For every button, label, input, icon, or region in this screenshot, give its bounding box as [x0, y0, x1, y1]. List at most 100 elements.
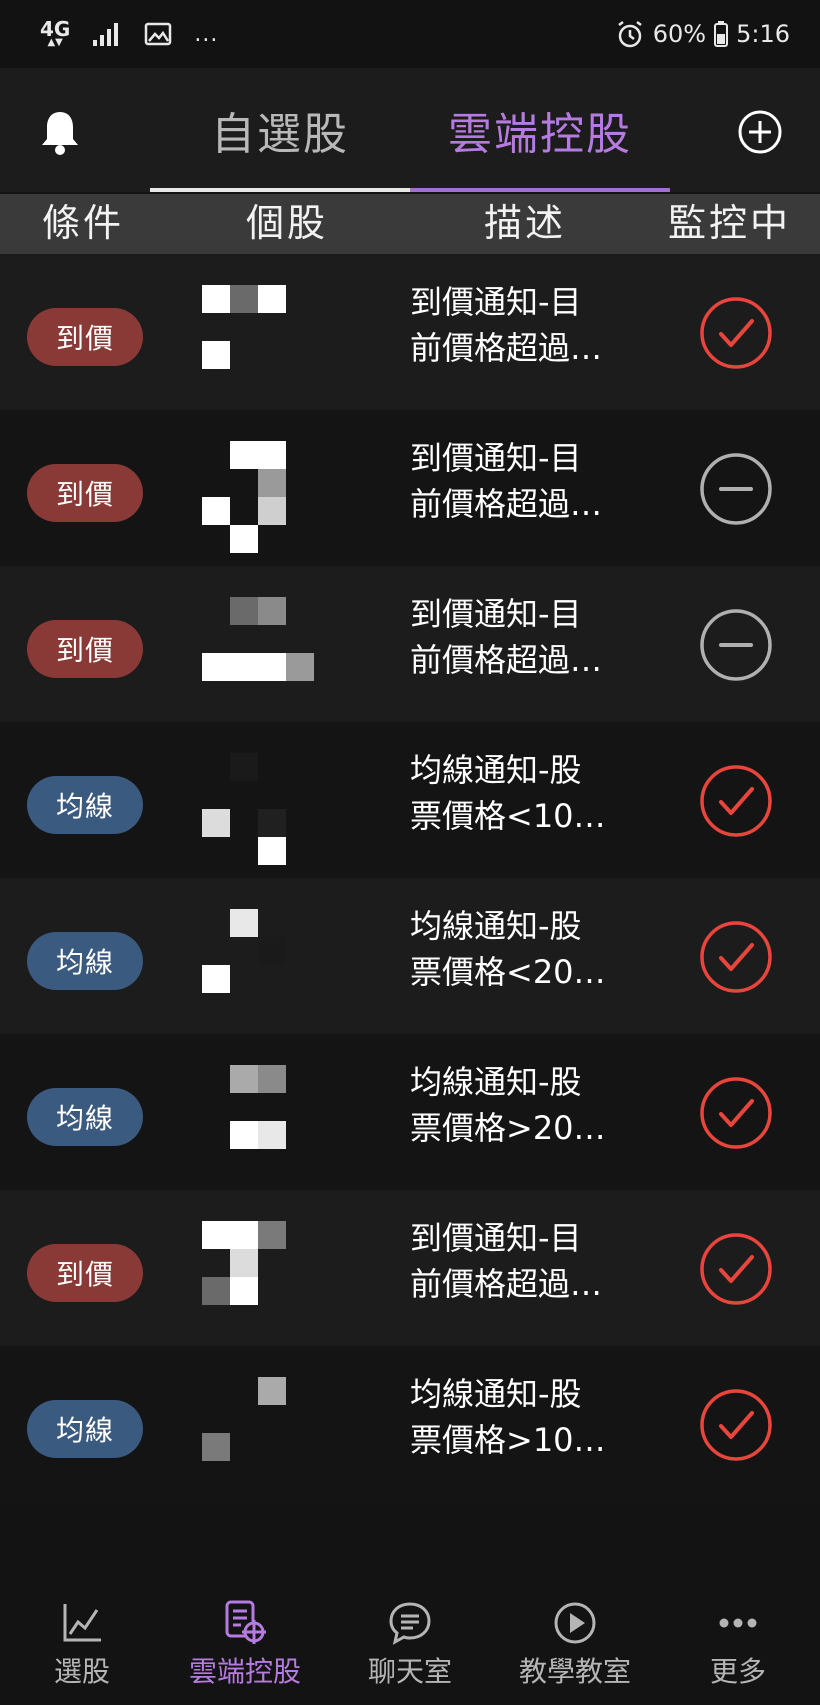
nav-label: 聊天室	[367, 1655, 452, 1688]
add-circle-icon[interactable]	[736, 108, 784, 156]
censor-pixel	[286, 653, 314, 681]
nav-stock-picking[interactable]: 選股	[22, 1580, 142, 1705]
stock-name-censored	[174, 1034, 334, 1190]
description-line-1: 均線通知-股	[410, 1375, 582, 1413]
censor-pixel	[258, 837, 286, 865]
censor-pixel	[230, 909, 258, 937]
screen: 4G ▲▼ ... 60% 5:16 自選股 雲端控股 條件 個股 描述 監控中…	[0, 0, 820, 1705]
column-description: 描述	[484, 201, 567, 245]
alert-description: 均線通知-股 票價格>10…	[410, 1372, 660, 1464]
nav-more[interactable]: 更多	[678, 1580, 798, 1705]
stock-name-censored	[174, 566, 334, 722]
censor-pixel	[258, 441, 286, 469]
stock-name-censored	[174, 722, 334, 878]
list-item[interactable]: 均線 均線通知-股 票價格<10…	[0, 722, 820, 878]
network-arrows-icon: ▲▼	[47, 37, 63, 48]
list-item[interactable]: 均線 均線通知-股 票價格>10…	[0, 1346, 820, 1502]
censor-pixel	[230, 525, 258, 553]
monitoring-check-icon[interactable]	[699, 296, 773, 370]
list-item[interactable]: 到價 到價通知-目 前價格超過…	[0, 410, 820, 566]
list-item[interactable]: 均線 均線通知-股 票價格<20…	[0, 878, 820, 1034]
censor-pixel	[230, 653, 258, 681]
condition-badge: 到價	[27, 308, 143, 366]
list-item[interactable]: 到價 到價通知-目 前價格超過…	[0, 1190, 820, 1346]
censor-pixel	[258, 1377, 286, 1405]
nav-label: 雲端控股	[188, 1655, 301, 1688]
battery-icon	[714, 21, 729, 47]
censor-pixel	[258, 469, 286, 497]
condition-badge: 均線	[27, 776, 143, 834]
bell-icon[interactable]	[38, 108, 82, 156]
censor-pixel	[258, 809, 286, 837]
description-line-2: 票價格>20…	[410, 1109, 606, 1147]
monitoring-check-icon[interactable]	[699, 1388, 773, 1462]
description-line-1: 到價通知-目	[410, 595, 582, 633]
censor-pixel	[230, 441, 258, 469]
monitoring-check-icon[interactable]	[699, 1076, 773, 1150]
line-chart-icon	[63, 1604, 101, 1642]
censor-pixel	[258, 497, 286, 525]
image-notification-icon	[145, 22, 172, 46]
description-line-2: 前價格超過…	[410, 485, 603, 523]
bottom-nav: 選股 雲端控股 聊天室 教學教室 更多	[0, 1580, 820, 1705]
more-notifications-icon: ...	[194, 21, 219, 47]
censor-pixel	[230, 1065, 258, 1093]
condition-badge: 均線	[27, 1400, 143, 1458]
censor-pixel	[202, 1277, 230, 1305]
censor-pixel	[258, 1065, 286, 1093]
censor-pixel	[202, 809, 230, 837]
censor-pixel	[258, 1221, 286, 1249]
clock: 5:16	[736, 20, 790, 48]
censor-pixel	[258, 1121, 286, 1149]
censor-pixel	[258, 597, 286, 625]
censor-pixel	[230, 1121, 258, 1149]
censor-pixel	[202, 653, 230, 681]
nav-chat-room[interactable]: 聊天室	[350, 1580, 470, 1705]
nav-cloud-holdings[interactable]: 雲端控股	[170, 1580, 320, 1705]
description-line-1: 到價通知-目	[410, 439, 582, 477]
nav-label: 選股	[53, 1655, 110, 1688]
tab-watchlist-underline	[150, 188, 410, 192]
description-line-2: 前價格超過…	[410, 641, 603, 679]
stock-name-censored	[174, 1190, 334, 1346]
censor-pixel	[258, 285, 286, 313]
status-bar: 4G ▲▼ ... 60% 5:16	[0, 0, 820, 68]
column-condition: 條件	[42, 201, 125, 245]
tab-watchlist[interactable]: 自選股	[150, 68, 410, 192]
list-item[interactable]: 到價 到價通知-目 前價格超過…	[0, 254, 820, 410]
tab-cloud-holdings[interactable]: 雲端控股	[410, 68, 670, 192]
monitoring-check-icon[interactable]	[699, 1232, 773, 1306]
document-target-icon	[225, 1600, 266, 1644]
description-line-2: 前價格超過…	[410, 329, 603, 367]
alert-description: 均線通知-股 票價格<10…	[410, 748, 660, 840]
column-stock: 個股	[246, 201, 329, 245]
nav-label: 更多	[709, 1655, 766, 1688]
alert-description: 到價通知-目 前價格超過…	[410, 280, 660, 372]
censor-pixel	[230, 1249, 258, 1277]
alert-description: 到價通知-目 前價格超過…	[410, 1216, 660, 1308]
censor-pixel	[202, 341, 230, 369]
monitoring-check-icon[interactable]	[699, 764, 773, 838]
nav-teaching-classroom[interactable]: 教學教室	[500, 1580, 650, 1705]
list-item[interactable]: 均線 均線通知-股 票價格>20…	[0, 1034, 820, 1190]
monitoring-paused-minus-icon[interactable]	[699, 608, 773, 682]
monitoring-paused-minus-icon[interactable]	[699, 452, 773, 526]
alert-description: 到價通知-目 前價格超過…	[410, 436, 660, 528]
condition-badge: 均線	[27, 1088, 143, 1146]
column-monitoring: 監控中	[668, 201, 792, 245]
censor-pixel	[230, 753, 258, 781]
nav-label: 教學教室	[518, 1655, 631, 1688]
description-line-2: 票價格>10…	[410, 1421, 606, 1459]
censor-pixel	[202, 1433, 230, 1461]
description-line-2: 票價格<20…	[410, 953, 606, 991]
description-line-2: 票價格<10…	[410, 797, 606, 835]
play-icon	[554, 1602, 596, 1644]
description-line-1: 均線通知-股	[410, 907, 582, 945]
alarm-icon	[618, 21, 642, 48]
condition-badge: 到價	[27, 464, 143, 522]
censor-pixel	[230, 285, 258, 313]
list-item[interactable]: 到價 到價通知-目 前價格超過…	[0, 566, 820, 722]
censor-pixel	[230, 597, 258, 625]
monitoring-check-icon[interactable]	[699, 920, 773, 994]
description-line-1: 到價通知-目	[410, 283, 582, 321]
